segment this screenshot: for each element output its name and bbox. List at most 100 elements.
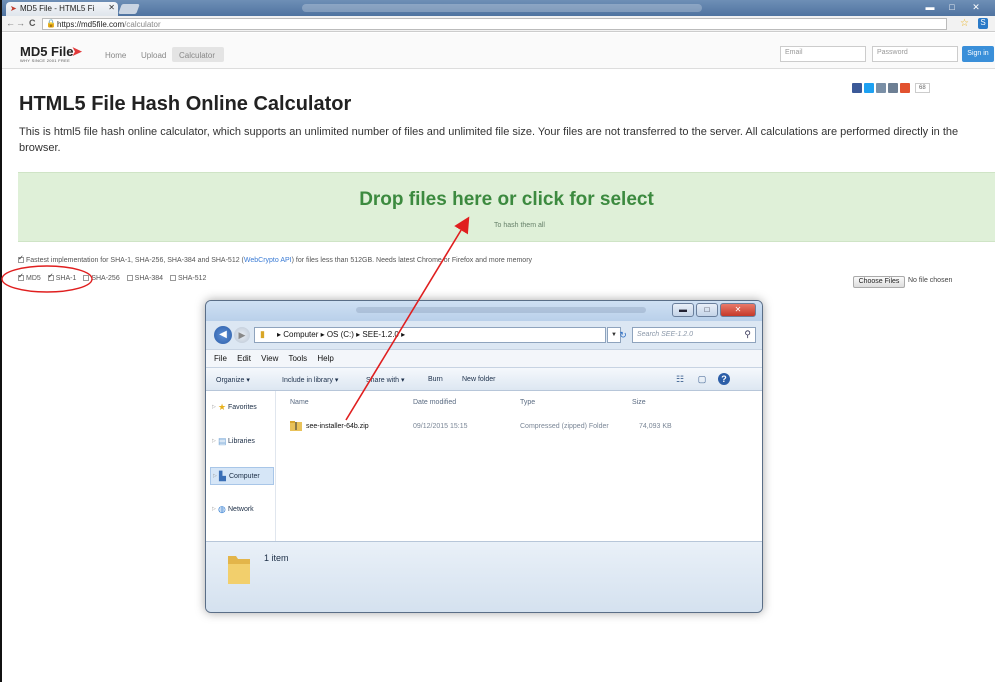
file-type: Compressed (zipped) Folder xyxy=(520,423,609,430)
maximize-icon[interactable]: □ xyxy=(942,1,962,14)
sha384-checkbox[interactable] xyxy=(126,275,133,281)
explorer-refresh-icon[interactable]: ↻ xyxy=(616,327,630,343)
facebook-icon[interactable] xyxy=(852,83,862,93)
expand-arrow-icon[interactable]: ▷ xyxy=(212,506,216,512)
site-logo[interactable]: MD5 File xyxy=(20,44,73,59)
menu-help[interactable]: Help xyxy=(317,354,333,363)
organize-button[interactable]: Organize ▾ xyxy=(216,376,250,384)
help-icon[interactable]: ? xyxy=(718,373,730,385)
nav-libraries[interactable]: ▷ ▤ Libraries xyxy=(210,433,274,451)
explorer-address-row: ◀ ▶ ▮ ▸ Computer ▸ OS (C:) ▸ SEE-1.2.0 ▸… xyxy=(206,323,762,347)
expand-arrow-icon[interactable]: ▷ xyxy=(212,404,216,410)
file-explorer-window[interactable]: ▬ □ ✕ ◀ ▶ ▮ ▸ Computer ▸ OS (C:) ▸ SEE-1… xyxy=(205,300,763,613)
search-icon[interactable]: ⚲ xyxy=(744,329,751,340)
md5-checkbox[interactable] xyxy=(18,272,24,281)
nav-network[interactable]: ▷ ◍ Network xyxy=(210,501,274,519)
plus-share-icon[interactable] xyxy=(900,83,910,93)
twitter-icon[interactable] xyxy=(864,83,874,93)
md5file-favicon-icon: ➤ xyxy=(10,4,17,13)
forward-arrow-icon[interactable]: → xyxy=(16,18,25,28)
nav-calculator[interactable]: Calculator xyxy=(179,51,215,60)
include-in-library-button[interactable]: Include in library ▾ xyxy=(282,376,338,384)
file-drop-zone[interactable]: Drop files here or click for select To h… xyxy=(18,172,995,242)
menu-tools[interactable]: Tools xyxy=(288,354,307,363)
explorer-maximize-icon[interactable]: □ xyxy=(696,303,718,317)
back-arrow-icon[interactable]: ← xyxy=(6,18,15,28)
email-share-icon[interactable] xyxy=(888,83,898,93)
file-name[interactable]: see-installer-64b.zip xyxy=(306,423,369,430)
menu-edit[interactable]: Edit xyxy=(237,354,251,363)
sha256-checkbox[interactable] xyxy=(83,275,90,281)
sign-in-button[interactable]: Sign in xyxy=(962,46,994,62)
explorer-minimize-icon[interactable]: ▬ xyxy=(672,303,694,317)
nav-computer-label: Computer xyxy=(229,473,260,480)
algo-md5[interactable]: MD5 xyxy=(18,272,41,282)
lock-icon: 🔒 xyxy=(46,19,56,28)
sha512-label: SHA-512 xyxy=(178,275,207,282)
column-type[interactable]: Type xyxy=(520,399,535,406)
new-tab-button[interactable] xyxy=(118,4,140,14)
nav-home[interactable]: Home xyxy=(105,51,126,60)
explorer-path-text: ▸ Computer ▸ OS (C:) ▸ SEE-1.2.0 ▸ xyxy=(277,330,406,339)
social-share-buttons: 68 xyxy=(852,83,930,93)
sha1-label: SHA-1 xyxy=(55,275,77,282)
algo-sha1[interactable]: SHA-1 xyxy=(47,272,77,282)
explorer-back-icon[interactable]: ◀ xyxy=(214,326,232,344)
bookmark-star-icon[interactable]: ☆ xyxy=(960,18,969,29)
minimize-icon[interactable]: ▬ xyxy=(920,1,940,14)
nav-upload[interactable]: Upload xyxy=(141,51,166,60)
expand-arrow-icon[interactable]: ▷ xyxy=(212,438,216,444)
explorer-forward-icon[interactable]: ▶ xyxy=(234,327,250,343)
sha512-checkbox[interactable] xyxy=(170,275,177,281)
menu-view[interactable]: View xyxy=(261,354,278,363)
explorer-blurred-title xyxy=(356,307,646,313)
explorer-close-icon[interactable]: ✕ xyxy=(720,303,756,317)
computer-icon: ▙ xyxy=(219,471,226,481)
share-count: 68 xyxy=(915,83,930,93)
sha1-checkbox[interactable] xyxy=(47,272,54,281)
algo-sha256[interactable]: SHA-256 xyxy=(83,275,120,282)
burn-button[interactable]: Burn xyxy=(428,376,443,383)
reload-icon[interactable]: C xyxy=(29,18,36,28)
nav-favorites[interactable]: ▷ ★ Favorites xyxy=(210,399,274,417)
column-date-modified[interactable]: Date modified xyxy=(413,399,456,406)
share-icon[interactable] xyxy=(876,83,886,93)
column-name[interactable]: Name xyxy=(290,399,309,406)
explorer-nav-pane: ▷ ★ Favorites ▷ ▤ Libraries ▷ ▙ Computer… xyxy=(206,391,276,541)
algorithm-checkboxes: MD5 SHA-1 SHA-256 SHA-384 SHA-512 xyxy=(18,272,211,282)
expand-arrow-icon[interactable]: ▷ xyxy=(213,473,217,479)
column-size[interactable]: Size xyxy=(632,399,646,406)
view-options-icon[interactable]: ☷ xyxy=(674,373,686,385)
new-folder-button[interactable]: New folder xyxy=(462,376,495,383)
extension-icon[interactable]: S xyxy=(978,18,988,29)
algo-sha384[interactable]: SHA-384 xyxy=(126,275,163,282)
explorer-title-bar[interactable]: ▬ □ ✕ xyxy=(206,301,762,321)
libraries-icon: ▤ xyxy=(218,436,227,446)
close-icon[interactable]: ✕ xyxy=(966,1,986,14)
browser-tab[interactable]: ➤ MD5 File - HTML5 Fi ✕ xyxy=(6,2,118,16)
file-date: 09/12/2015 15:15 xyxy=(413,423,468,430)
url-host: https://md5file.com xyxy=(57,20,125,29)
choose-files-button[interactable]: Choose Files xyxy=(853,276,905,288)
explorer-search-input[interactable]: Search SEE-1.2.0 ⚲ xyxy=(632,327,756,343)
network-icon: ◍ xyxy=(218,504,226,514)
preview-pane-icon[interactable]: ▢ xyxy=(696,373,708,385)
nav-network-label: Network xyxy=(228,506,254,513)
menu-file[interactable]: File xyxy=(214,354,227,363)
url-path: /calculator xyxy=(124,20,161,29)
webcrypto-option[interactable]: Fastest implementation for SHA-1, SHA-25… xyxy=(18,254,532,264)
nav-computer[interactable]: ▷ ▙ Computer xyxy=(210,467,274,485)
url-input[interactable]: 🔒 https://md5file.com/calculator xyxy=(42,18,947,30)
algo-sha512[interactable]: SHA-512 xyxy=(170,275,206,282)
intro-text: This is html5 file hash online calculato… xyxy=(19,126,959,154)
password-field[interactable]: Password xyxy=(872,46,958,62)
email-field[interactable]: Email xyxy=(780,46,866,62)
tab-close-icon[interactable]: ✕ xyxy=(108,3,115,12)
webcrypto-checkbox[interactable] xyxy=(18,254,24,263)
explorer-command-bar: Organize ▾ Include in library ▾ Share wi… xyxy=(206,367,762,391)
folder-large-icon xyxy=(228,556,250,584)
explorer-path-bar[interactable]: ▮ ▸ Computer ▸ OS (C:) ▸ SEE-1.2.0 ▸ xyxy=(254,327,606,343)
share-with-button[interactable]: Share with ▾ xyxy=(366,376,405,384)
webcrypto-link[interactable]: WebCrypto API xyxy=(244,257,292,264)
item-count: 1 item xyxy=(264,553,289,563)
